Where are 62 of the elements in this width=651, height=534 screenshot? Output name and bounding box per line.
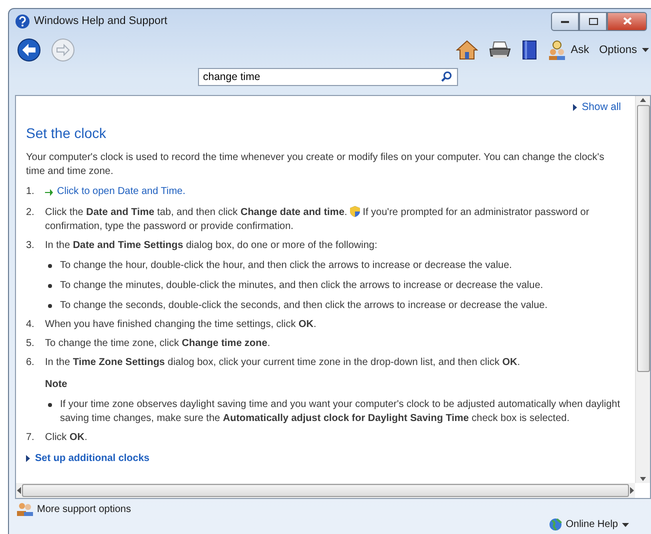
- step-number: 4.: [26, 318, 36, 332]
- vertical-scrollbar[interactable]: [635, 96, 650, 483]
- scroll-up-arrow[interactable]: [640, 96, 646, 103]
- people-icon: [17, 502, 33, 516]
- step-text: Click OK.: [45, 432, 88, 442]
- scroll-left-arrow[interactable]: [16, 487, 22, 494]
- triangle-icon: [572, 104, 577, 111]
- caret-icon: [642, 48, 649, 52]
- online-help-menu[interactable]: Online Help: [548, 518, 629, 531]
- step-number: 3.: [26, 238, 36, 252]
- shield-icon: [350, 206, 360, 216]
- step-number: 1.: [26, 185, 36, 199]
- horizontal-scrollbar[interactable]: [16, 483, 635, 498]
- caret-icon: [622, 522, 629, 526]
- intro-paragraph: Your computer's clock is used to record the time whenever you create or modify files on your computer. You can change the clock's time and time zone.: [26, 151, 606, 179]
- arrow-icon: [45, 188, 53, 196]
- minimize-icon: [561, 20, 569, 22]
- bullet: [48, 304, 52, 308]
- show-all-link[interactable]: Show all: [26, 102, 621, 113]
- globe-icon: [548, 518, 562, 531]
- options-menu[interactable]: Options: [599, 44, 649, 56]
- step-text: In the Time Zone Settings dialog box, click your current time zone in the drop-down list, and then click OK.: [45, 356, 520, 368]
- triangle-icon: [26, 454, 30, 462]
- bullet: [48, 264, 52, 268]
- search-field[interactable]: change time: [198, 68, 458, 86]
- open-date-time-link[interactable]: Click to open Date and Time.: [45, 185, 186, 199]
- note-text: If your time zone observes daylight saving time and you want your computer's clock to be adjusted automatically when daylight saving time changes, make sure the Automatically adjust clock for Daylight Saving Time check box is selected.: [60, 398, 621, 426]
- window-title: Windows Help and Support: [34, 15, 168, 27]
- book-icon[interactable]: [522, 40, 538, 60]
- ask-button[interactable]: Ask: [548, 40, 590, 60]
- home-icon[interactable]: [456, 40, 478, 60]
- scroll-thumb[interactable]: [22, 484, 629, 497]
- bullet: [48, 284, 52, 288]
- bullet-text: To change the minutes, double-click the minutes, and then click the arrows to increase or decrease the value.: [60, 278, 544, 292]
- more-support-link[interactable]: More support options: [17, 502, 651, 516]
- step-number: 5.: [26, 336, 36, 350]
- close-button[interactable]: [607, 12, 647, 30]
- scroll-right-arrow[interactable]: [629, 487, 635, 494]
- close-icon: [622, 17, 632, 25]
- bullet: [48, 402, 52, 406]
- step-text: Click the Date and Time tab, and then click Change date and time. If you're prompted for an administrator password or confirmation, type the password or provide confirmation.: [45, 206, 590, 232]
- note-title: Note: [45, 378, 68, 392]
- step-text: When you have finished changing the time settings, click OK.: [45, 318, 316, 330]
- scroll-thumb[interactable]: [636, 105, 650, 372]
- article-heading: Set the clock: [26, 125, 108, 141]
- search-icon[interactable]: [441, 71, 452, 82]
- printer-icon[interactable]: [488, 41, 512, 59]
- back-button[interactable]: [17, 38, 41, 62]
- people-icon: [548, 40, 566, 60]
- step-text: In the Date and Time Settings dialog box, do one or more of the following:: [45, 240, 378, 250]
- maximize-button[interactable]: [579, 12, 607, 30]
- step-number: 7.: [26, 430, 36, 444]
- bullet-text: To change the hour, double-click the hour, and then click the arrows to increase or decrease the value.: [60, 258, 512, 272]
- help-icon: [15, 14, 30, 28]
- additional-clocks-link[interactable]: Set up additional clocks: [26, 452, 625, 464]
- minimize-button[interactable]: [551, 12, 579, 30]
- scroll-down-arrow[interactable]: [640, 476, 646, 483]
- step-number: 2.: [26, 206, 36, 220]
- step-text: To change the time zone, click Change time zone.: [45, 338, 270, 348]
- step-number: 6.: [26, 356, 36, 370]
- bullet-text: To change the seconds, double-click the seconds, and then click the arrows to increase or decrease the value.: [60, 298, 548, 312]
- maximize-icon: [588, 18, 598, 24]
